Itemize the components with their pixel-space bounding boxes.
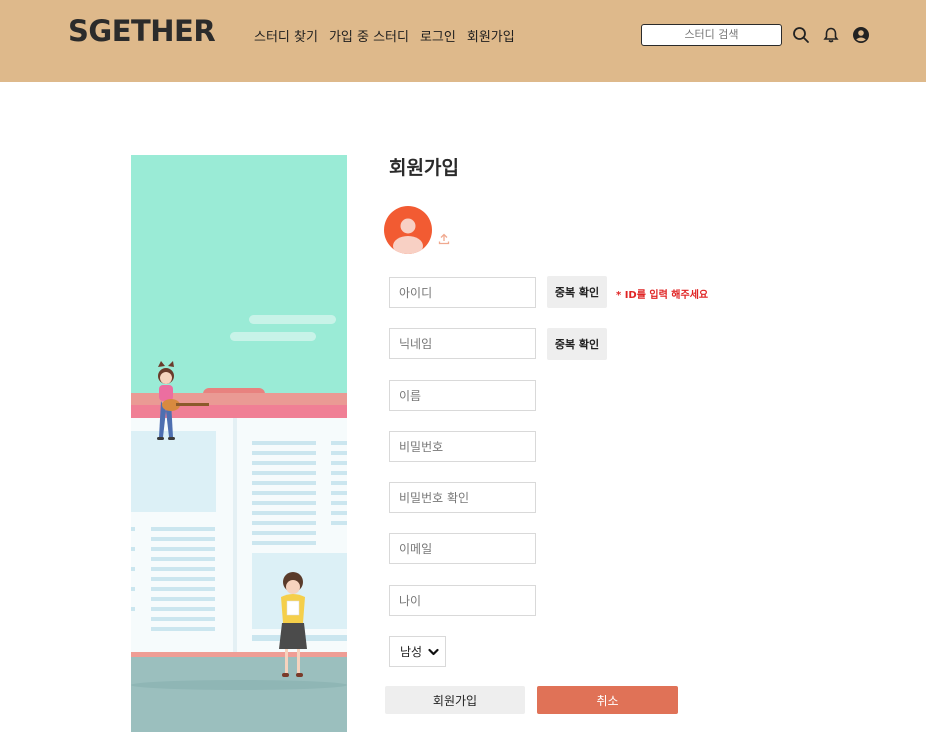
signup-button[interactable]: 회원가입: [385, 686, 525, 714]
password-confirm-input[interactable]: [389, 482, 536, 513]
avatar[interactable]: [384, 206, 432, 254]
nickname-input[interactable]: [389, 328, 536, 359]
nav-signup[interactable]: 회원가입: [467, 26, 515, 45]
upload-icon[interactable]: [438, 233, 450, 245]
id-check-button[interactable]: 중복 확인: [547, 276, 607, 308]
bell-icon[interactable]: [822, 26, 840, 44]
nav-login[interactable]: 로그인: [420, 26, 456, 45]
gender-select[interactable]: 남성: [389, 636, 446, 667]
header: SGETHER 스터디 찾기 가입 중 스터디 로그인 회원가입: [0, 0, 926, 82]
chevron-down-icon: [428, 648, 439, 656]
age-input[interactable]: [389, 585, 536, 616]
account-icon[interactable]: [852, 26, 870, 44]
search-input[interactable]: [641, 24, 782, 46]
password-input[interactable]: [389, 431, 536, 462]
id-input[interactable]: [389, 277, 536, 308]
search-icon[interactable]: [792, 26, 810, 44]
name-input[interactable]: [389, 380, 536, 411]
nav-find-study[interactable]: 스터디 찾기: [254, 26, 318, 45]
logo[interactable]: SGETHER: [68, 14, 216, 48]
hero-illustration: [131, 155, 347, 732]
main-nav: 스터디 찾기 가입 중 스터디 로그인 회원가입: [254, 26, 515, 45]
gender-selected: 남성: [400, 645, 423, 659]
id-hint: * ID를 입력 해주세요: [616, 290, 709, 301]
nav-joined-study[interactable]: 가입 중 스터디: [329, 26, 409, 45]
page-title: 회원가입: [389, 157, 459, 179]
nickname-check-button[interactable]: 중복 확인: [547, 328, 607, 360]
cancel-button[interactable]: 취소: [537, 686, 678, 714]
email-input[interactable]: [389, 533, 536, 564]
